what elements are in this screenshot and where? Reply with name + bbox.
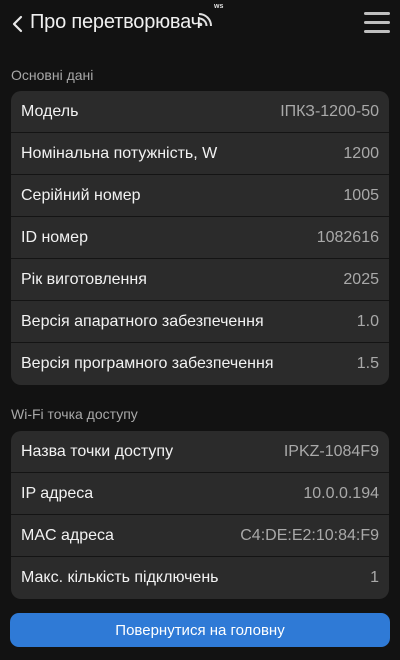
info-row-year: Рік виготовлення 2025 <box>11 259 389 301</box>
hamburger-menu-icon[interactable] <box>364 12 390 36</box>
row-value: ІПКЗ-1200-50 <box>280 102 379 120</box>
info-row-power: Номінальна потужність, W 1200 <box>11 133 389 175</box>
row-value: 1.5 <box>356 355 379 372</box>
info-row-ip: IP адреса 10.0.0.194 <box>11 473 389 515</box>
info-row-sw-version: Версія програмного забезпечення 1.5 <box>11 343 389 385</box>
section-title-wifi: Wi-Fi точка доступу <box>11 406 138 422</box>
row-label: Макс. кількість підключень <box>21 569 219 586</box>
row-label: Версія програмного забезпечення <box>21 355 274 372</box>
row-label: Рік виготовлення <box>21 270 147 288</box>
basic-info-card: Модель ІПКЗ-1200-50 Номінальна потужніст… <box>11 91 389 385</box>
row-value: 10.0.0.194 <box>303 484 379 502</box>
row-value: 2025 <box>343 270 379 288</box>
row-value: 1200 <box>343 144 379 162</box>
row-value: 1082616 <box>316 228 379 246</box>
row-value: 1005 <box>343 186 379 204</box>
row-label: Модель <box>21 102 79 120</box>
row-label: Назва точки доступу <box>21 442 174 460</box>
wifi-info-card: Назва точки доступу IPKZ-1084F9 IP адрес… <box>11 431 389 599</box>
row-label: Серійний номер <box>21 186 141 204</box>
page-title: Про перетворювач <box>30 11 201 33</box>
row-label: ID номер <box>21 228 88 246</box>
row-label: Версія апаратного забезпечення <box>21 312 264 330</box>
info-row-hw-version: Версія апаратного забезпечення 1.0 <box>11 301 389 343</box>
app-header: Про перетворювач ws <box>0 0 400 50</box>
row-label: IP адреса <box>21 484 94 502</box>
info-row-serial: Серійний номер 1005 <box>11 175 389 217</box>
row-value: IPKZ-1084F9 <box>283 442 379 460</box>
info-row-max-connections: Макс. кількість підключень 1 <box>11 557 389 599</box>
section-title-basic: Основні дані <box>11 67 94 83</box>
row-value: 1.0 <box>356 312 379 330</box>
row-label: MAC адреса <box>21 526 114 544</box>
info-row-mac: MAC адреса C4:DE:E2:10:84:F9 <box>11 515 389 557</box>
row-value: C4:DE:E2:10:84:F9 <box>240 526 379 544</box>
info-row-model: Модель ІПКЗ-1200-50 <box>11 91 389 133</box>
row-label: Номінальна потужність, W <box>21 144 218 162</box>
back-to-home-button[interactable]: Повернутися на головну <box>10 613 390 647</box>
chevron-left-icon[interactable] <box>10 12 26 36</box>
info-row-id: ID номер 1082616 <box>11 217 389 259</box>
ws-label: ws <box>214 3 224 10</box>
info-row-ap-name: Назва точки доступу IPKZ-1084F9 <box>11 431 389 473</box>
row-value: 1 <box>370 569 379 586</box>
